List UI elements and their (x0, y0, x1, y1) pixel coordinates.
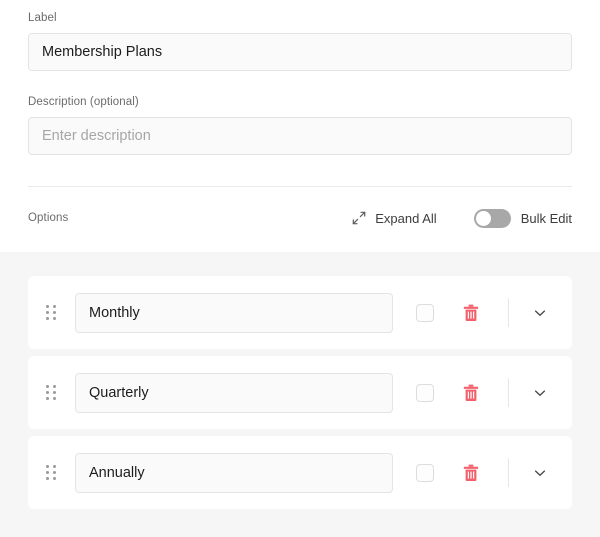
trash-icon[interactable] (463, 464, 479, 482)
expand-all-label: Expand All (375, 210, 437, 226)
trash-icon[interactable] (463, 304, 479, 322)
description-input[interactable] (28, 117, 572, 155)
table-row[interactable] (28, 276, 572, 349)
description-field-group: Description (optional) (28, 71, 572, 155)
options-title: Options (28, 212, 69, 224)
description-field-label: Description (optional) (28, 96, 139, 108)
options-header: Options Expand All Bulk Edit (28, 187, 572, 249)
trash-icon[interactable] (463, 384, 479, 402)
drag-handle-icon[interactable] (46, 305, 58, 320)
drag-handle-icon[interactable] (46, 385, 58, 400)
row-action-divider (508, 378, 509, 407)
label-field-label: Label (28, 12, 57, 24)
options-header-actions: Expand All Bulk Edit (352, 208, 572, 228)
expand-diagonal-icon (352, 211, 366, 225)
chevron-down-icon[interactable] (533, 306, 547, 320)
bulk-edit-label: Bulk Edit (520, 210, 572, 226)
bulk-edit-control[interactable]: Bulk Edit (473, 208, 572, 228)
option-value-input[interactable] (75, 452, 393, 493)
form-fields-section: Label Description (optional) Options Ex (0, 0, 600, 252)
options-editor-panel: Label Description (optional) Options Ex (0, 0, 600, 537)
row-action-divider (508, 458, 509, 487)
option-checkbox[interactable] (416, 383, 434, 402)
drag-handle-icon[interactable] (46, 465, 58, 480)
bulk-edit-toggle[interactable] (473, 208, 511, 228)
table-row[interactable] (28, 436, 572, 509)
chevron-down-icon[interactable] (533, 466, 547, 480)
chevron-down-icon[interactable] (533, 386, 547, 400)
row-action-divider (508, 298, 509, 327)
option-value-input[interactable] (75, 292, 393, 333)
option-checkbox[interactable] (416, 463, 434, 482)
option-checkbox[interactable] (416, 303, 434, 322)
table-row[interactable] (28, 356, 572, 429)
options-list (0, 252, 600, 537)
label-input[interactable] (28, 33, 572, 71)
label-field-group: Label (28, 0, 572, 71)
toggle-knob (475, 210, 491, 226)
expand-all-button[interactable]: Expand All (352, 210, 437, 226)
option-value-input[interactable] (75, 372, 393, 413)
